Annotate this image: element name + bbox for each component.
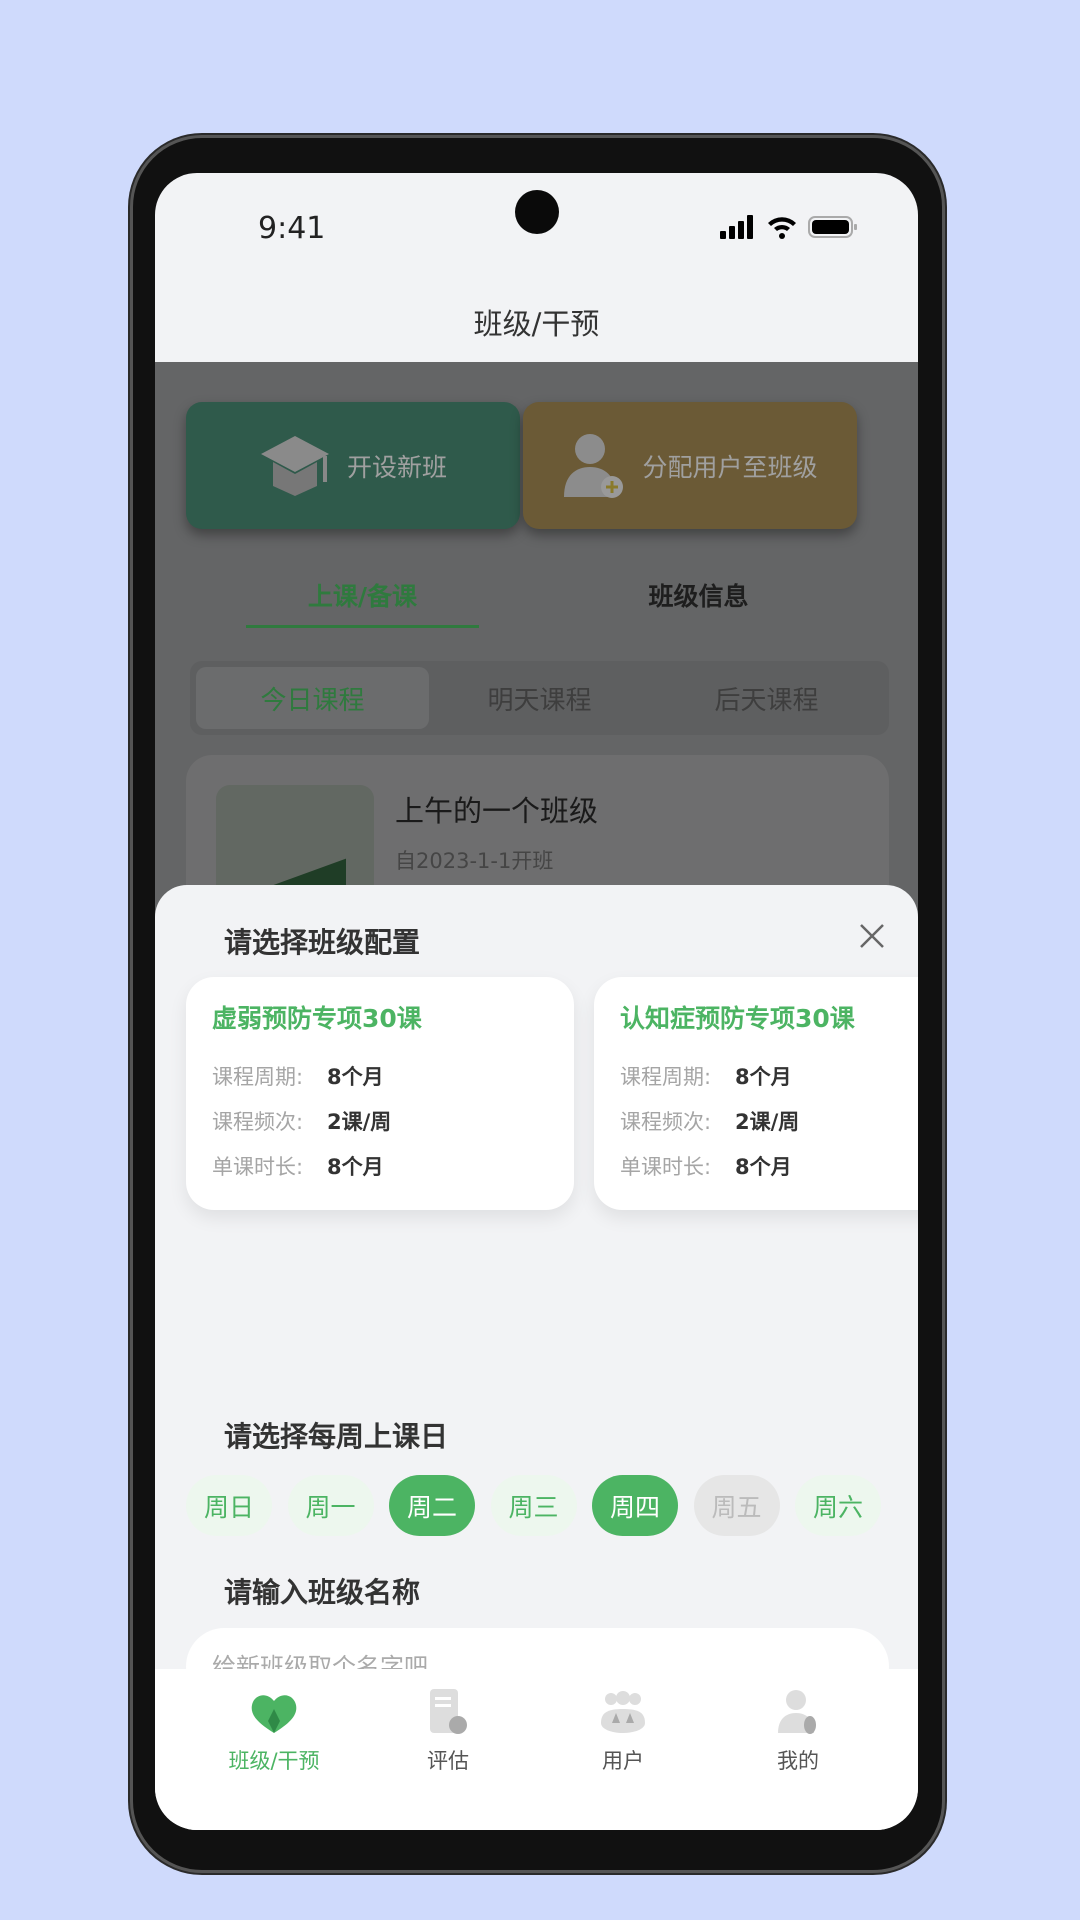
config-row: 课程频次: 2课/周 <box>212 1106 548 1151</box>
config-title: 请选择班级配置 <box>224 926 421 959</box>
config-row: 单课时长: 8个月 <box>620 1151 918 1196</box>
weekday-2[interactable]: 周二 <box>389 1475 475 1536</box>
screen: 9:41 班级/干预 开设新班 分配用户至班级 上课/备课 班级信息 今日课程 … <box>155 173 918 1830</box>
name-title: 请输入班级名称 <box>224 1576 421 1609</box>
weekday-3[interactable]: 周三 <box>490 1475 577 1536</box>
day-segment-control: 今日课程 明天课程 后天课程 <box>190 661 889 735</box>
open-class-label: 开设新班 <box>346 452 447 482</box>
row-value: 8个月 <box>735 1065 792 1089</box>
bottom-tab-bar: 班级/干预 评估 用户 我的 <box>155 1669 918 1830</box>
page-title: 班级/干预 <box>473 307 600 341</box>
config-card[interactable]: 认知症预防专项30课 课程周期: 8个月 课程频次: 2课/周 单课时长: 8个月 <box>594 977 918 1210</box>
camera-cutout <box>515 190 559 234</box>
heart-cloud-icon <box>251 1695 297 1733</box>
config-card-title: 认知症预防专项30课 <box>620 1004 855 1033</box>
tabbar-item-me[interactable]: 我的 <box>723 1689 873 1775</box>
tab-class-info[interactable]: 班级信息 <box>582 577 815 613</box>
main-content-dimmed[interactable]: 开设新班 分配用户至班级 上课/备课 班级信息 今日课程 明天课程 后天课程 上… <box>155 362 918 955</box>
status-time: 9:41 <box>258 211 326 246</box>
class-name: 上午的一个班级 <box>395 794 599 828</box>
close-icon[interactable] <box>859 923 885 949</box>
row-value: 8个月 <box>327 1155 384 1179</box>
segment-today[interactable]: 今日课程 <box>196 667 429 729</box>
tabbar-label: 班级/干预 <box>228 1749 320 1773</box>
add-user-icon <box>564 433 624 498</box>
class-config-sheet: 请选择班级配置 虚弱预防专项30课 课程周期: 8个月 课程频次: 2课/周 单课时… <box>155 885 918 1803</box>
weekday-1[interactable]: 周一 <box>287 1475 374 1536</box>
segment-day-after[interactable]: 后天课程 <box>650 667 883 729</box>
tabbar-item-assess[interactable]: 评估 <box>373 1689 523 1775</box>
segment-tomorrow[interactable]: 明天课程 <box>423 667 656 729</box>
weekday-title: 请选择每周上课日 <box>224 1420 449 1453</box>
row-label: 课程频次: <box>212 1110 304 1134</box>
graduation-cap-icon <box>260 435 329 496</box>
row-label: 课程周期: <box>620 1065 712 1089</box>
weekday-4[interactable]: 周四 <box>592 1475 678 1536</box>
status-icons <box>720 215 858 239</box>
tabbar-label: 我的 <box>777 1749 819 1773</box>
tab-lessons[interactable]: 上课/备课 <box>246 577 479 613</box>
row-label: 单课时长: <box>212 1155 304 1179</box>
document-chat-icon <box>430 1689 467 1734</box>
config-row: 课程周期: 8个月 <box>620 1061 918 1106</box>
open-class-button[interactable]: 开设新班 <box>186 402 520 529</box>
weekday-5: 周五 <box>693 1475 780 1536</box>
class-start-date: 自2023-1-1开班 <box>395 849 554 873</box>
wifi-icon <box>768 217 796 239</box>
tabbar-label: 用户 <box>602 1749 644 1773</box>
config-row: 课程频次: 2课/周 <box>620 1106 918 1151</box>
battery-icon <box>808 216 857 238</box>
tabbar-label: 评估 <box>427 1749 469 1773</box>
tabbar-item-users[interactable]: 用户 <box>548 1689 698 1775</box>
row-value: 2课/周 <box>327 1110 392 1134</box>
row-label: 单课时长: <box>620 1155 712 1179</box>
weekday-6[interactable]: 周六 <box>795 1475 881 1536</box>
row-value: 8个月 <box>735 1155 792 1179</box>
signal-icon <box>720 215 753 239</box>
config-card[interactable]: 虚弱预防专项30课 课程周期: 8个月 课程频次: 2课/周 单课时长: 8个月 <box>186 977 574 1210</box>
row-label: 课程频次: <box>620 1110 712 1134</box>
assign-users-label: 分配用户至班级 <box>642 452 818 482</box>
row-value: 2课/周 <box>735 1110 800 1134</box>
assign-users-button[interactable]: 分配用户至班级 <box>523 402 857 529</box>
person-icon <box>778 1690 816 1734</box>
weekday-0[interactable]: 周日 <box>186 1475 272 1536</box>
tabbar-item-class[interactable]: 班级/干预 <box>199 1689 349 1775</box>
config-card-title: 虚弱预防专项30课 <box>212 1004 422 1033</box>
config-row: 单课时长: 8个月 <box>212 1151 548 1196</box>
row-value: 8个月 <box>327 1065 384 1089</box>
group-icon <box>601 1691 645 1733</box>
row-label: 课程周期: <box>212 1065 304 1089</box>
config-row: 课程周期: 8个月 <box>212 1061 548 1106</box>
tab-active-indicator <box>246 625 479 628</box>
